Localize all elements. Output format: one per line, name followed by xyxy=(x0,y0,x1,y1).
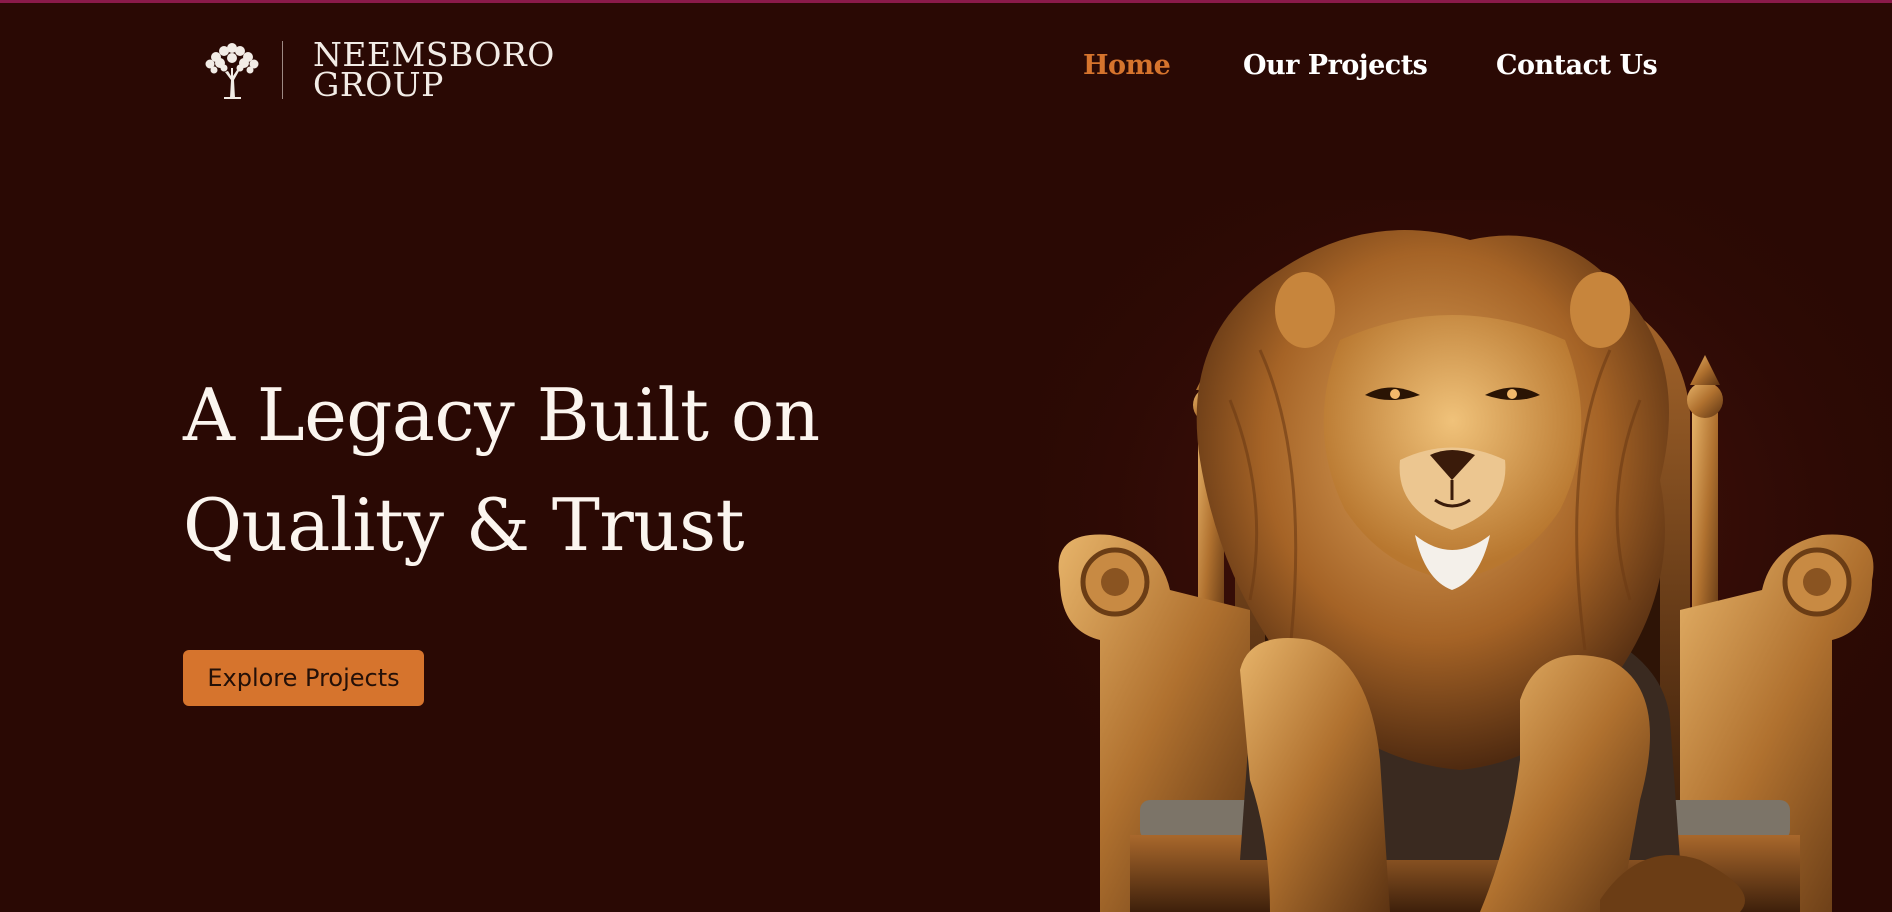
hero-title: A Legacy Built on Quality & Trust xyxy=(183,360,820,580)
top-accent-rule xyxy=(0,0,1892,3)
hero-title-line2: Quality & Trust xyxy=(183,483,745,567)
nav-home[interactable]: Home xyxy=(1083,50,1171,81)
nav-our-projects[interactable]: Our Projects xyxy=(1243,50,1428,81)
explore-projects-button[interactable]: Explore Projects xyxy=(183,650,424,706)
lion-illustration xyxy=(1040,200,1892,912)
hero-title-line1: A Legacy Built on xyxy=(183,373,820,457)
main-nav: Home Our Projects Contact Us xyxy=(0,50,1892,90)
lion-on-throne-image xyxy=(1040,200,1892,912)
nav-contact-us[interactable]: Contact Us xyxy=(1496,50,1658,81)
